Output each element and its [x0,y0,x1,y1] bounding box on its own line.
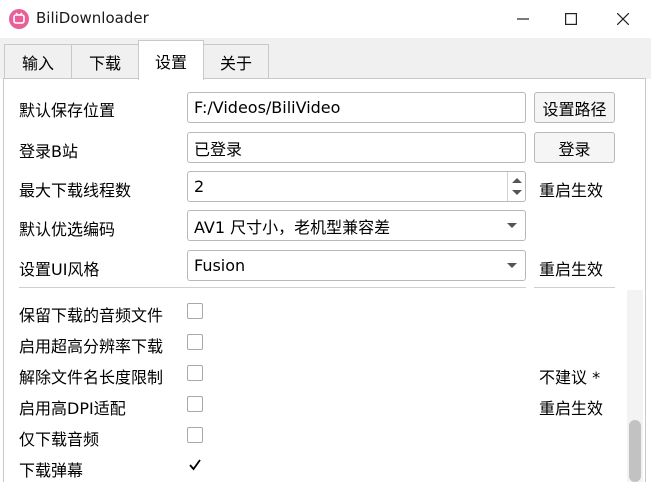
separator-left [19,287,526,288]
tab-input[interactable]: 输入 [4,44,72,78]
login-button[interactable]: 登录 [534,132,615,163]
set-path-button[interactable]: 设置路径 [534,92,615,123]
maximize-icon [565,13,577,25]
window-title: BiliDownloader [36,9,149,27]
codec-select[interactable]: AV1 尺寸小，老机型兼容差 [187,210,526,241]
ui-style-label: 设置UI风格 [19,260,100,279]
filename-limit-checkbox[interactable] [187,365,203,381]
spin-buttons[interactable] [507,172,525,201]
app-logo-icon [9,9,29,29]
title-bar: BiliDownloader [0,0,651,38]
max-threads-value: 2 [194,177,205,196]
high-dpi-restart-note: 重启生效 [539,399,604,418]
maximize-button[interactable] [546,0,596,38]
ui-style-value: Fusion [194,256,246,275]
codec-value: AV1 尺寸小，老机型兼容差 [194,217,391,237]
save-path-label: 默认保存位置 [19,101,116,120]
option-label: 启用高DPI适配 [19,399,126,418]
spin-down-icon[interactable] [512,190,522,195]
option-label: 下载弹幕 [19,461,84,480]
audio-only-checkbox[interactable] [187,427,203,443]
scrollbar-thumb[interactable] [629,420,641,482]
login-label: 登录B站 [19,142,78,161]
option-label: 仅下载音频 [19,430,100,449]
option-label: 保留下载的音频文件 [19,306,164,325]
not-recommended-note: 不建议 * [539,368,601,387]
checkmark-icon [189,459,201,471]
ui-style-restart-note: 重启生效 [539,260,604,279]
max-threads-label: 最大下载线程数 [19,181,132,200]
tab-download[interactable]: 下载 [71,44,139,78]
codec-label: 默认优选编码 [19,220,116,239]
option-label: 解除文件名长度限制 [19,368,164,387]
tab-settings[interactable]: 设置 [138,40,204,80]
threads-restart-note: 重启生效 [539,181,604,200]
danmaku-checkbox[interactable] [187,458,203,474]
ultra-hd-checkbox[interactable] [187,334,203,350]
login-status-field[interactable]: 已登录 [187,132,526,163]
ui-style-select[interactable]: Fusion [187,250,526,281]
save-path-field[interactable]: F:/Videos/BiliVideo [187,92,526,123]
high-dpi-checkbox[interactable] [187,396,203,412]
chevron-down-icon [507,263,517,268]
chevron-down-icon [507,223,517,228]
close-icon [617,13,629,25]
minimize-button[interactable] [498,0,548,38]
tab-about[interactable]: 关于 [203,44,269,78]
spin-up-icon[interactable] [512,178,522,183]
keep-audio-checkbox[interactable] [187,303,203,319]
minimize-icon [517,18,529,20]
max-threads-spinbox[interactable]: 2 [187,171,526,202]
vertical-scrollbar[interactable] [627,290,643,482]
separator-right [534,287,615,288]
close-button[interactable] [598,0,648,38]
option-label: 启用超高分辨率下载 [19,337,164,356]
